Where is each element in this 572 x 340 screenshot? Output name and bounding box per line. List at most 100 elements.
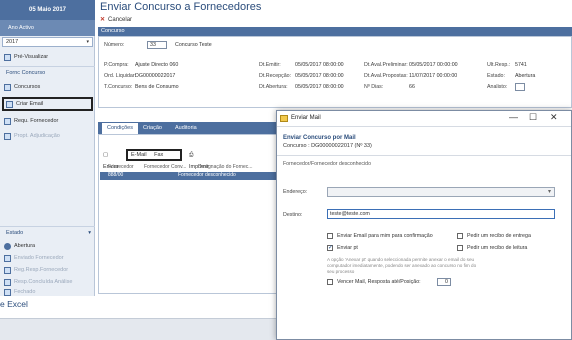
close-icon[interactable]: ✕	[550, 112, 558, 123]
sidebar-item-label: Requ. Fornecedor	[14, 118, 59, 124]
document-icon	[4, 84, 11, 91]
supplier-icon	[4, 118, 11, 125]
concurso-panel: Número: 33 Concurso Teste P.Compra: Ajus…	[98, 36, 572, 108]
sidebar-item-criar-email[interactable]: Criar Email	[2, 97, 93, 111]
field-label: Dt.Abertura:	[259, 84, 288, 90]
sidebar-item-label: Pré-Visualizar	[14, 54, 49, 60]
vencer-input[interactable]: 0	[437, 278, 451, 286]
dialog-title: Enviar Mail	[291, 115, 321, 121]
field-label: Analisto:	[487, 84, 508, 90]
field-label: Nº Dias:	[364, 84, 384, 90]
sidebar-status-abertura[interactable]: Abertura	[2, 241, 93, 252]
field-label: Dt.Aval.Preliminar:	[364, 62, 408, 68]
checkbox-icon	[4, 54, 11, 61]
field-value: DG00000022017	[135, 73, 176, 79]
dialog-subheading: Concurso : DG00000022017 (Nº 33)	[283, 143, 372, 149]
status-icon	[4, 255, 11, 262]
email-icon	[6, 101, 13, 108]
award-icon	[4, 133, 11, 140]
cancel-label: Cancelar	[108, 17, 133, 23]
fax-button[interactable]: Fax	[154, 152, 163, 158]
sidebar-item-label: Abertura	[14, 243, 36, 249]
field-value: 05/05/2017 08:00:00	[295, 73, 344, 79]
field-value: 66	[409, 84, 415, 90]
vencer-label: Vencer Mail, Resposta até/Posição:	[337, 279, 421, 285]
tab-auditoria[interactable]: Auditoria	[170, 123, 202, 134]
year-select[interactable]: 2017 ▾	[2, 37, 93, 47]
option-label: Pedir um recibo de leitura	[467, 245, 528, 251]
column-header: Fornecedor	[108, 164, 134, 170]
field-value: Ajuste Directo 060	[135, 62, 179, 68]
email-fax-highlight: E-Mail Fax	[126, 149, 182, 161]
field-value: 05/05/2017 08:00:00	[295, 84, 344, 90]
field-label: Estado:	[487, 73, 505, 79]
sidebar-item-fornc-concurso[interactable]: Fornc Concurso	[0, 66, 95, 78]
sidebar-section-estado[interactable]: Estado ▾	[0, 226, 95, 238]
concurso-section-label: Concurso	[101, 28, 125, 34]
sidebar-item-concursos[interactable]: Concursos	[2, 82, 93, 93]
field-label: Ord. Liquidar:	[104, 73, 137, 79]
sidebar-item-label: Criar Email	[16, 101, 44, 107]
sidebar-item-propt-adjudicacao[interactable]: Propt. Adjudicação	[2, 131, 93, 142]
enviar-button[interactable]: ▢ Enviar	[100, 149, 122, 170]
dialog-note: Fornecedor/Fornecedor desconhecido	[283, 161, 371, 167]
option-label: Enviar Email para mim para confirmação	[337, 233, 433, 239]
sidebar-date: 05 Maio 2017	[0, 0, 95, 20]
column-header: Designação do Fornec...	[198, 164, 253, 170]
field-value: Bens de Consumo	[135, 84, 179, 90]
destino-label: Destino:	[283, 212, 303, 218]
sidebar-item-label: Concursos	[14, 84, 41, 90]
sidebar-item-label: Enviado Fornecedor	[14, 255, 64, 261]
sidebar: 05 Maio 2017 Ano Activo 2017 ▾ Pré-Visua…	[0, 0, 95, 296]
sidebar-status-enviado[interactable]: Enviado Fornecedor	[2, 253, 93, 264]
close-icon: ✕	[100, 17, 106, 23]
field-label: Ult.Resp.:	[487, 62, 511, 68]
concurso-description: Concurso Teste	[175, 42, 212, 48]
vencer-mail-checkbox[interactable]	[327, 279, 333, 285]
sidebar-item-pre-visualizar[interactable]: Pré-Visualizar	[2, 52, 93, 63]
field-value: 5741	[515, 62, 527, 68]
cancel-button[interactable]: ✕ Cancelar	[100, 16, 132, 23]
sidebar-status-fechado[interactable]: Fechado	[2, 287, 93, 296]
sidebar-item-label: Reg.Resp.Fornecedor	[14, 267, 69, 273]
field-label: Dt.Aval.Propostas:	[364, 73, 408, 79]
analisto-checkbox[interactable]	[515, 83, 525, 91]
column-header: Fornecedor Conv...	[144, 164, 187, 170]
chevron-down-icon: ▾	[547, 189, 551, 195]
enviar-mail-dialog: Enviar Mail — ☐ ✕ Enviar Concurso por Ma…	[276, 110, 572, 340]
sidebar-item-label: Fornc Concurso	[6, 70, 46, 76]
mail-icon	[280, 115, 288, 122]
delivery-receipt-checkbox[interactable]	[457, 233, 463, 239]
info-text: A opção 'Anexar pt' quando seleccionada …	[327, 257, 477, 274]
sidebar-status-reg-resp[interactable]: Reg.Resp.Fornecedor	[2, 265, 93, 276]
imprimir-button[interactable]: ⎙ Imprimir	[186, 149, 212, 170]
confirm-email-checkbox[interactable]	[327, 233, 333, 239]
maximize-icon[interactable]: ☐	[529, 112, 537, 123]
row-id: 888/00	[108, 172, 124, 178]
numero-label: Número:	[104, 42, 125, 48]
enviar-pt-checkbox[interactable]	[327, 244, 333, 251]
row-value: Fornecedor desconhecido	[178, 172, 236, 178]
divider	[277, 155, 571, 156]
sidebar-item-label: Propt. Adjudicação	[14, 133, 60, 139]
print-icon: ⎙	[189, 152, 194, 158]
sidebar-subtitle: Ano Activo	[0, 20, 95, 36]
destino-input[interactable]: teste@teste.com	[327, 209, 555, 219]
sidebar-item-requ-fornecedor[interactable]: Requ. Fornecedor	[2, 116, 93, 127]
status-icon	[4, 289, 11, 296]
chevron-down-icon: ▾	[86, 39, 89, 45]
sidebar-section-label: Estado	[6, 230, 24, 236]
tab-criacao[interactable]: Criação	[138, 123, 167, 134]
tab-condicoes[interactable]: Condições	[102, 123, 138, 134]
email-button[interactable]: E-Mail	[131, 152, 147, 158]
minimize-icon[interactable]: —	[509, 112, 518, 122]
numero-field[interactable]: 33	[147, 41, 167, 49]
table-header: Fornecedor Fornecedor Conv... Designação…	[100, 164, 280, 172]
read-receipt-checkbox[interactable]	[457, 245, 463, 251]
table-row[interactable]: 888/00 Fornecedor desconhecido	[100, 172, 280, 180]
concurso-section-header: Concurso	[98, 27, 572, 36]
field-value: Abertura	[515, 73, 536, 79]
field-value: 05/05/2017 00:00:00	[409, 62, 458, 68]
endereco-select[interactable]: ▾	[327, 187, 555, 197]
field-label: T.Concurso:	[104, 84, 133, 90]
